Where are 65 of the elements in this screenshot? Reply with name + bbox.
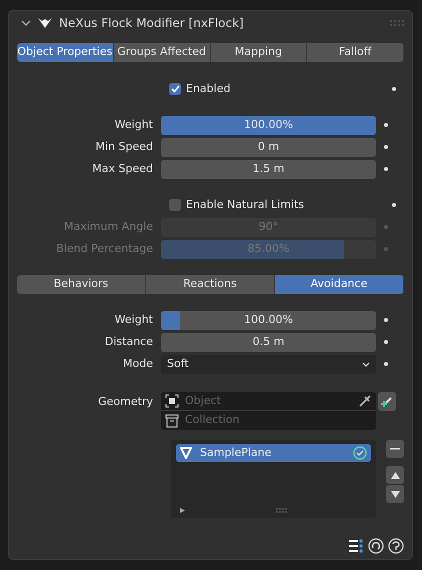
field-label: Weight (114, 116, 154, 133)
keyframe-dot[interactable] (392, 87, 396, 91)
keyframe-dot[interactable] (392, 203, 396, 207)
field-label: Geometry (97, 394, 154, 410)
object-field[interactable]: Object (161, 392, 376, 411)
keyframe-dot[interactable] (384, 225, 388, 229)
collection-icon (165, 414, 179, 428)
object-icon (165, 394, 179, 408)
number-field: 90° (161, 218, 376, 236)
checkbox[interactable] (169, 83, 181, 95)
keyframe-dot[interactable] (384, 167, 388, 171)
tab[interactable]: Reactions (146, 275, 275, 294)
help-icon[interactable] (388, 538, 404, 554)
tab[interactable]: Object Properties (17, 43, 114, 62)
eyedropper-plus-icon (380, 394, 394, 408)
drag-handle-icon (390, 20, 404, 26)
collection-field[interactable]: Collection (161, 411, 376, 430)
caret-icon (362, 362, 370, 366)
keyframe-dot[interactable] (384, 340, 388, 344)
checkbox[interactable] (169, 199, 181, 211)
tab[interactable]: Groups Affected (114, 43, 210, 62)
expand-arrow-icon (179, 507, 186, 514)
number-field[interactable]: 0.5 m (161, 332, 376, 352)
check-circle-icon[interactable] (353, 446, 367, 460)
keyframe-dot[interactable] (384, 362, 388, 366)
tab[interactable]: Behaviors (17, 275, 146, 294)
field-label: Mode (122, 356, 154, 372)
list-item[interactable]: SamplePlane (176, 444, 371, 462)
reset-icon[interactable] (368, 538, 384, 554)
dropdown[interactable]: Soft (161, 354, 376, 374)
resize-grip-icon (276, 508, 288, 513)
field-label: Maximum Angle (63, 218, 154, 235)
eyedropper-icon (358, 394, 372, 408)
wings-icon (37, 17, 53, 29)
checkbox-label: Enabled (186, 80, 232, 97)
move-down-button[interactable] (386, 485, 404, 503)
slider[interactable]: 100.00% (161, 310, 376, 330)
number-field[interactable]: 1.5 m (161, 160, 376, 178)
add-eyedropper-button[interactable] (378, 392, 396, 411)
slider[interactable]: 100.00% (161, 116, 376, 134)
tab[interactable]: Falloff (307, 43, 404, 62)
panel-title: NeXus Flock Modifier [nxFlock] (59, 15, 244, 32)
field-label: Weight (114, 312, 154, 328)
chevron-icon[interactable] (21, 19, 31, 27)
tab[interactable]: Avoidance (275, 275, 404, 294)
minus-icon (390, 448, 400, 450)
move-up-button[interactable] (386, 466, 404, 484)
keyframe-dot[interactable] (384, 145, 388, 149)
up-triangle-icon (390, 472, 400, 478)
field-label: Min Speed (94, 138, 154, 155)
keyframe-dot[interactable] (384, 123, 388, 127)
checkbox-label: Enable Natural Limits (186, 196, 306, 213)
object-input[interactable]: Object (185, 392, 335, 410)
list-settings-icon[interactable] (348, 538, 364, 554)
tab[interactable]: Mapping (210, 43, 308, 62)
field-label: Blend Percentage (55, 240, 154, 257)
field-label: Max Speed (91, 160, 154, 177)
keyframe-dot[interactable] (384, 318, 388, 322)
mesh-icon (180, 447, 192, 459)
number-field[interactable]: 0 m (161, 138, 376, 156)
down-triangle-icon (390, 490, 400, 498)
remove-button[interactable] (386, 440, 404, 458)
collection-input[interactable]: Collection (185, 412, 335, 429)
keyframe-dot[interactable] (384, 247, 388, 251)
field-label: Distance (104, 334, 154, 350)
